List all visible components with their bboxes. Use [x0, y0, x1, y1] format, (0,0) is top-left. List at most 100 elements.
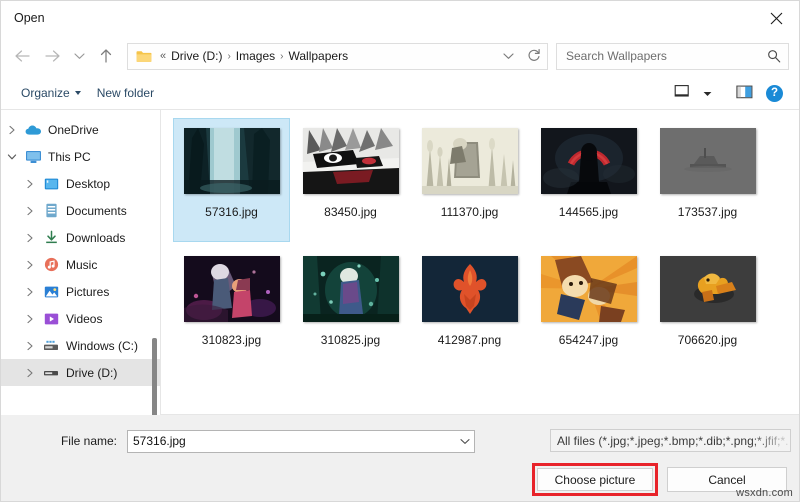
file-name-field[interactable]	[127, 429, 475, 453]
navigation-pane: OneDrive This PC Desktop Documents Downl…	[1, 109, 161, 415]
command-bar-right: ?	[668, 80, 791, 106]
organize-button[interactable]: Organize	[13, 82, 89, 104]
breadcrumb-item-images[interactable]: Images	[232, 47, 279, 65]
new-folder-label: New folder	[96, 86, 155, 100]
cloud-icon	[23, 124, 43, 136]
file-name-input[interactable]	[128, 433, 456, 449]
breadcrumb-item-drive[interactable]: Drive (D:)	[167, 47, 226, 65]
chevron-right-icon[interactable]	[19, 179, 41, 189]
desktop-icon	[41, 177, 61, 191]
file-item[interactable]: 310825.jpg	[292, 246, 409, 370]
preview-pane-icon	[735, 85, 753, 102]
title-bar: Open	[1, 1, 799, 35]
file-item[interactable]: 706620.jpg	[649, 246, 766, 370]
file-item[interactable]: 412987.png	[411, 246, 528, 370]
sidebar-item-label: Music	[66, 257, 98, 272]
close-icon	[770, 12, 783, 25]
back-button[interactable]	[7, 42, 37, 70]
chevron-right-icon[interactable]	[1, 125, 23, 135]
file-name-label: 310825.jpg	[320, 333, 381, 347]
drive-icon	[41, 366, 61, 379]
breadcrumb-overflow[interactable]: «	[158, 50, 167, 62]
sidebar-scrollbar-thumb[interactable]	[152, 338, 157, 415]
sidebar-item-label: Videos	[66, 311, 103, 326]
file-thumbnail	[421, 128, 518, 194]
open-file-dialog: Open « Drive (D:) › Images › Wallpapers …	[0, 0, 800, 502]
sidebar-item-label: Downloads	[66, 230, 126, 245]
breadcrumb: « Drive (D:) › Images › Wallpapers	[158, 47, 495, 65]
file-thumbnail	[183, 128, 280, 194]
chevron-right-icon[interactable]	[19, 233, 41, 243]
sidebar-item-windows-c[interactable]: Windows (C:)	[1, 332, 160, 359]
help-button[interactable]: ?	[766, 84, 783, 102]
sidebar-item-onedrive[interactable]: OneDrive	[1, 116, 160, 143]
chevron-right-icon[interactable]	[19, 260, 41, 270]
drive-icon	[41, 339, 61, 352]
breadcrumb-item-wallpapers[interactable]: Wallpapers	[285, 47, 353, 65]
file-thumbnail	[183, 256, 280, 322]
file-grid: 57316.jpg 83450.jpg 111370.jpg 144565.jp…	[173, 118, 793, 370]
choose-picture-button[interactable]: Choose picture	[537, 468, 653, 491]
file-name-label: 57316.jpg	[205, 205, 258, 219]
chevron-down-icon[interactable]	[1, 153, 23, 161]
chevron-down-icon	[502, 49, 514, 63]
view-layout-button[interactable]	[668, 80, 696, 106]
sidebar-item-label: Pictures	[66, 284, 110, 299]
file-item[interactable]: 654247.jpg	[530, 246, 647, 370]
sidebar-item-music[interactable]: Music	[1, 251, 160, 278]
new-folder-button[interactable]: New folder	[89, 82, 162, 104]
file-name-label: 83450.jpg	[324, 205, 377, 219]
sidebar-item-drive-d[interactable]: Drive (D:)	[1, 359, 160, 386]
search-input[interactable]	[557, 49, 760, 63]
up-button[interactable]	[91, 42, 121, 70]
monitor-icon	[23, 150, 43, 164]
file-item[interactable]: 173537.jpg	[649, 118, 766, 242]
sidebar-item-documents[interactable]: Documents	[1, 197, 160, 224]
file-item[interactable]: 310823.jpg	[173, 246, 290, 370]
address-dropdown-button[interactable]	[495, 44, 521, 69]
file-name-label-text: File name:	[60, 434, 117, 448]
watermark: wsxdn.com	[736, 487, 793, 499]
caret-down-icon	[74, 91, 81, 95]
pictures-icon	[41, 285, 61, 299]
dialog-body: OneDrive This PC Desktop Documents Downl…	[1, 109, 799, 415]
dialog-footer: File name: All files (*.jpg;*.jpeg;*.bmp…	[1, 415, 799, 501]
sidebar-item-pictures[interactable]: Pictures	[1, 278, 160, 305]
chevron-right-icon[interactable]	[19, 314, 41, 324]
file-list-pane: 57316.jpg 83450.jpg 111370.jpg 144565.jp…	[161, 109, 799, 415]
recent-locations-button[interactable]	[67, 42, 91, 70]
search-box[interactable]	[556, 42, 789, 70]
file-name-label: 412987.png	[437, 333, 502, 347]
sidebar-item-label: Windows (C:)	[66, 338, 139, 353]
folder-icon	[136, 50, 152, 63]
sidebar-item-desktop[interactable]: Desktop	[1, 170, 160, 197]
preview-pane-button[interactable]	[730, 80, 758, 106]
view-dropdown-button[interactable]	[698, 80, 716, 106]
search-icon[interactable]	[760, 49, 788, 63]
file-item[interactable]: 57316.jpg	[173, 118, 290, 242]
file-item[interactable]: 111370.jpg	[411, 118, 528, 242]
close-button[interactable]	[753, 1, 799, 35]
file-thumbnail	[659, 128, 756, 194]
address-bar[interactable]: « Drive (D:) › Images › Wallpapers	[127, 42, 548, 70]
sidebar-item-videos[interactable]: Videos	[1, 305, 160, 332]
arrow-left-icon	[14, 49, 31, 63]
refresh-icon	[527, 48, 541, 65]
file-thumbnail	[540, 256, 637, 322]
file-name-dropdown-button[interactable]	[456, 438, 474, 445]
forward-button[interactable]	[37, 42, 67, 70]
file-name-label: 654247.jpg	[558, 333, 619, 347]
file-item[interactable]: 83450.jpg	[292, 118, 409, 242]
chevron-right-icon[interactable]	[19, 287, 41, 297]
sidebar-item-this-pc[interactable]: This PC	[1, 143, 160, 170]
chevron-right-icon[interactable]	[19, 206, 41, 216]
file-item[interactable]: 144565.jpg	[530, 118, 647, 242]
refresh-button[interactable]	[521, 44, 547, 69]
caret-down-icon	[703, 86, 712, 100]
file-type-filter[interactable]: All files (*.jpg;*.jpeg;*.bmp;*.dib;*.pn…	[550, 429, 791, 452]
chevron-right-icon[interactable]	[19, 368, 41, 378]
sidebar-item-label: OneDrive	[48, 122, 99, 137]
file-thumbnail	[421, 256, 518, 322]
sidebar-item-downloads[interactable]: Downloads	[1, 224, 160, 251]
chevron-right-icon[interactable]	[19, 341, 41, 351]
